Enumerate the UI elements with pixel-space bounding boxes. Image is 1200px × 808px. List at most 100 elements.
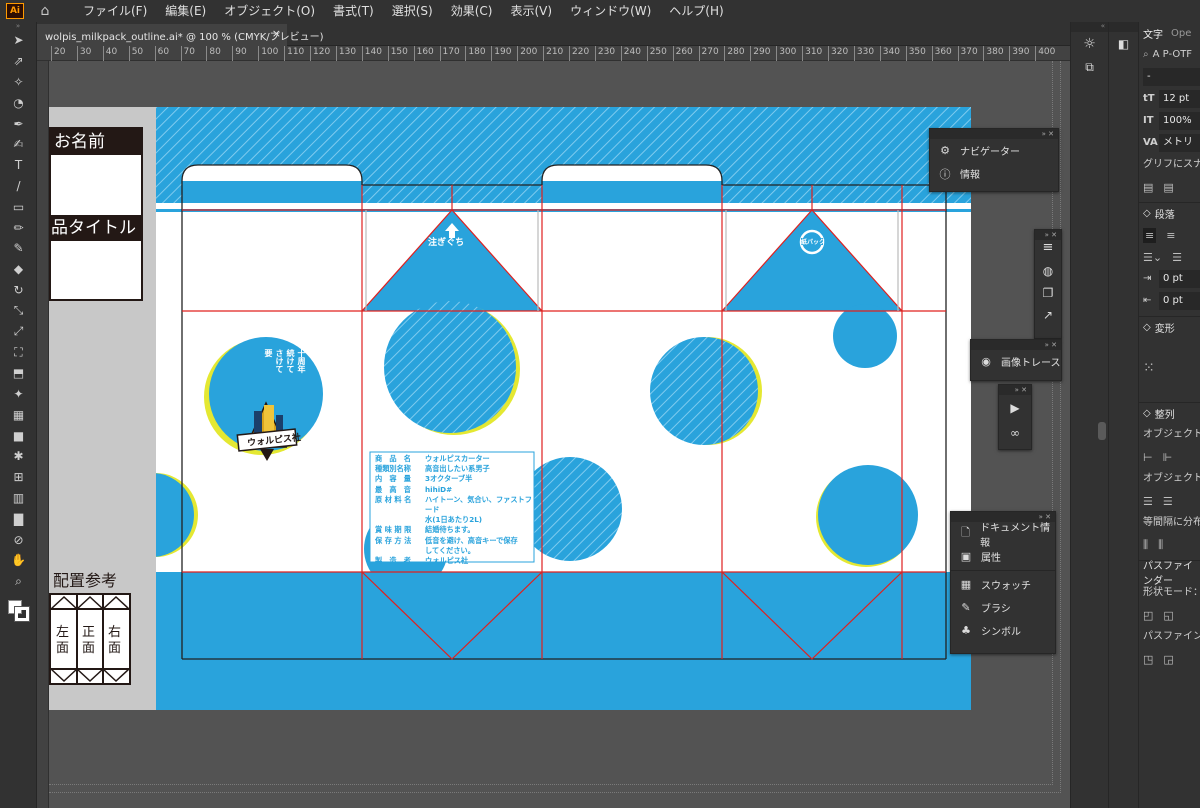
close-tab-icon[interactable]: × [272,27,281,40]
eraser-tool-icon[interactable]: ◆ [0,259,37,280]
align-left-icon[interactable]: ≡ [1143,227,1157,243]
shape-builder-tool-icon[interactable]: ⬒ [0,363,37,384]
dock-scrollbar[interactable] [1098,422,1106,440]
direct-selection-tool-icon[interactable]: ⇗ [0,51,37,72]
panel-item-swatches[interactable]: ▦ スウォッチ [951,573,1055,596]
vertical-ruler[interactable] [37,61,49,808]
magic-wand-tool-icon[interactable]: ✧ [0,72,37,93]
snap-icon[interactable]: ▤ [1143,181,1153,194]
appearance-icon[interactable]: ◍ [1035,264,1061,286]
eyedropper-tool-icon[interactable]: ✱ [0,446,37,467]
tab-character[interactable]: 文字 [1139,26,1167,41]
perspective-tool-icon[interactable]: ✦ [0,384,37,405]
scale-field[interactable]: 100% [1159,112,1200,130]
menu-item-2[interactable]: オブジェクト(O) [215,0,324,22]
gradient-tool-icon[interactable]: ■ [0,425,37,446]
panel-item-document-info[interactable]: 🗋 ドキュメント情報 [951,522,1055,549]
rectangle-tool-icon[interactable]: ▭ [0,196,37,217]
align-hcenter-icon[interactable]: ⊩ [1163,451,1173,464]
slice-tool-icon[interactable]: ⊘ [0,529,37,550]
align-center-icon[interactable]: ≡ [1166,229,1175,242]
tab-opentype[interactable]: Ope [1167,28,1195,39]
indent-field-2[interactable]: 0 pt [1159,292,1200,310]
unite-icon[interactable]: ◰ [1143,609,1153,622]
free-transform-tool-icon[interactable]: ⛶ [0,342,37,363]
align-left-edge-icon[interactable]: ⊢ [1143,451,1153,464]
trim-icon[interactable]: ◲ [1163,653,1173,666]
section-paragraph[interactable]: ◇ 段落 [1139,202,1200,224]
menu-item-8[interactable]: ヘルプ(H) [660,0,732,22]
symbol-sprayer-tool-icon[interactable]: ▥ [0,488,37,509]
scale-tool-icon[interactable]: ⤡ [0,300,37,321]
menu-item-1[interactable]: 編集(E) [156,0,215,22]
transparency-icon[interactable]: ⧉ [1071,56,1108,78]
blend-tool-icon[interactable]: ⊞ [0,467,37,488]
panel-item-navigator[interactable]: ⚙ ナビゲーター [930,139,1058,162]
minus-front-icon[interactable]: ◱ [1163,609,1173,622]
menu-item-5[interactable]: 効果(C) [442,0,502,22]
distribute-spacing-h-icon[interactable]: ⫼ [1158,538,1163,552]
lasso-tool-icon[interactable]: ◔ [0,92,37,113]
menu-lines-icon[interactable]: ≡ [1035,240,1061,264]
snap-icon[interactable]: ▤ [1163,181,1173,194]
label-row: 水(1日あたり2L) [375,515,535,525]
hand-tool-icon[interactable]: ✋ [0,550,37,571]
distribute-top-icon[interactable]: ☰ [1143,495,1153,508]
zoom-tool-icon[interactable]: ⌕ [0,571,37,592]
layers-icon[interactable]: ❐ [1035,286,1061,308]
font-family[interactable]: ⌕ A P-OTF [1139,44,1200,66]
document-tab[interactable]: wolpis_milkpack_outline.ai* @ 100 % (CMY… [37,24,324,46]
menu-item-6[interactable]: 表示(V) [501,0,561,22]
section-align[interactable]: ◇ 整列 [1139,402,1200,424]
panel-item-image-trace[interactable]: ◉ 画像トレース [971,350,1061,373]
mesh-tool-icon[interactable]: ▦ [0,404,37,425]
line-tool-icon[interactable]: / [0,176,37,197]
bullet-list-icon[interactable]: ☰⌄ [1143,251,1162,264]
section-transform[interactable]: ◇ 変形 [1139,316,1200,338]
paintbrush-tool-icon[interactable]: ✏ [0,217,37,238]
panel-item-symbols[interactable]: ♣ シンボル [951,619,1055,642]
selection-tool-icon[interactable]: ➤ [0,30,37,51]
canvas[interactable]: お名前 品タイトル 配置参考 左面 正面 右面 注ぎぐち 紙パック 十周年 続け… [49,61,1070,808]
panel-controls[interactable]: » ✕ [971,340,1061,350]
menu-item-3[interactable]: 書式(T) [324,0,383,22]
pen-tool-icon[interactable]: ✒ [0,113,37,134]
pencil-tool-icon[interactable]: ✎ [0,238,37,259]
panel-item-brushes[interactable]: ✎ ブラシ [951,596,1055,619]
section-pathfinder[interactable]: パスファインダー [1139,560,1200,587]
properties-panel: 文字 Ope ⌕ A P-OTF - tT 12 pt IT 100% VA メトリ グ… [1138,22,1200,808]
panel-controls[interactable]: » ✕ [930,129,1058,139]
menu-item-4[interactable]: 選択(S) [383,0,442,22]
type-tool-icon[interactable]: T [0,155,37,176]
panel-item-info[interactable]: ⓘ 情報 [930,162,1058,185]
export-icon[interactable]: ↗ [1035,308,1061,330]
rotate-tool-icon[interactable]: ↻ [0,280,37,301]
indent-field-1[interactable]: 0 pt [1159,270,1200,288]
font-style-field[interactable]: - [1143,68,1200,86]
panel-controls[interactable]: » ✕ [999,385,1031,395]
distribute-spacing-v-icon[interactable]: ⫼ [1143,538,1148,552]
tracking-field[interactable]: メトリ [1159,134,1200,152]
dock-collapse-icon[interactable]: « [1071,22,1108,32]
home-icon[interactable]: ⌂ [34,3,56,19]
column-graph-tool-icon[interactable]: ▇ [0,508,37,529]
panel-controls[interactable]: » ✕ [1035,230,1061,240]
curvature-tool-icon[interactable]: ✍ [0,134,37,155]
number-list-icon[interactable]: ☰ [1172,251,1182,264]
distribute-center-icon[interactable]: ☰ [1163,495,1173,508]
fill-stroke-swatches[interactable] [0,596,36,636]
milkpack-artwork[interactable] [156,107,971,710]
menu-item-0[interactable]: ファイル(F) [74,0,156,22]
divide-icon[interactable]: ◳ [1143,653,1153,666]
menu-item-7[interactable]: ウィンドウ(W) [561,0,660,22]
play-icon[interactable]: ▶ [999,395,1031,421]
width-tool-icon[interactable]: ⤢ [0,321,37,342]
gradient-icon[interactable]: ◧ [1109,32,1138,56]
font-size-field[interactable]: 12 pt [1159,90,1200,108]
glyph-snap-label: グリフにスナ [1143,159,1200,170]
link-icon[interactable]: ∞ [999,421,1031,445]
reference-point-icon[interactable]: ⁙ [1139,338,1200,398]
sun-icon[interactable]: ☼ [1071,32,1108,56]
collapse-icon[interactable]: » [0,22,36,30]
horizontal-ruler[interactable]: 20 30 40 50 60 70 80 90 100 110 120 130 140 150 160 170… [37,46,1070,61]
